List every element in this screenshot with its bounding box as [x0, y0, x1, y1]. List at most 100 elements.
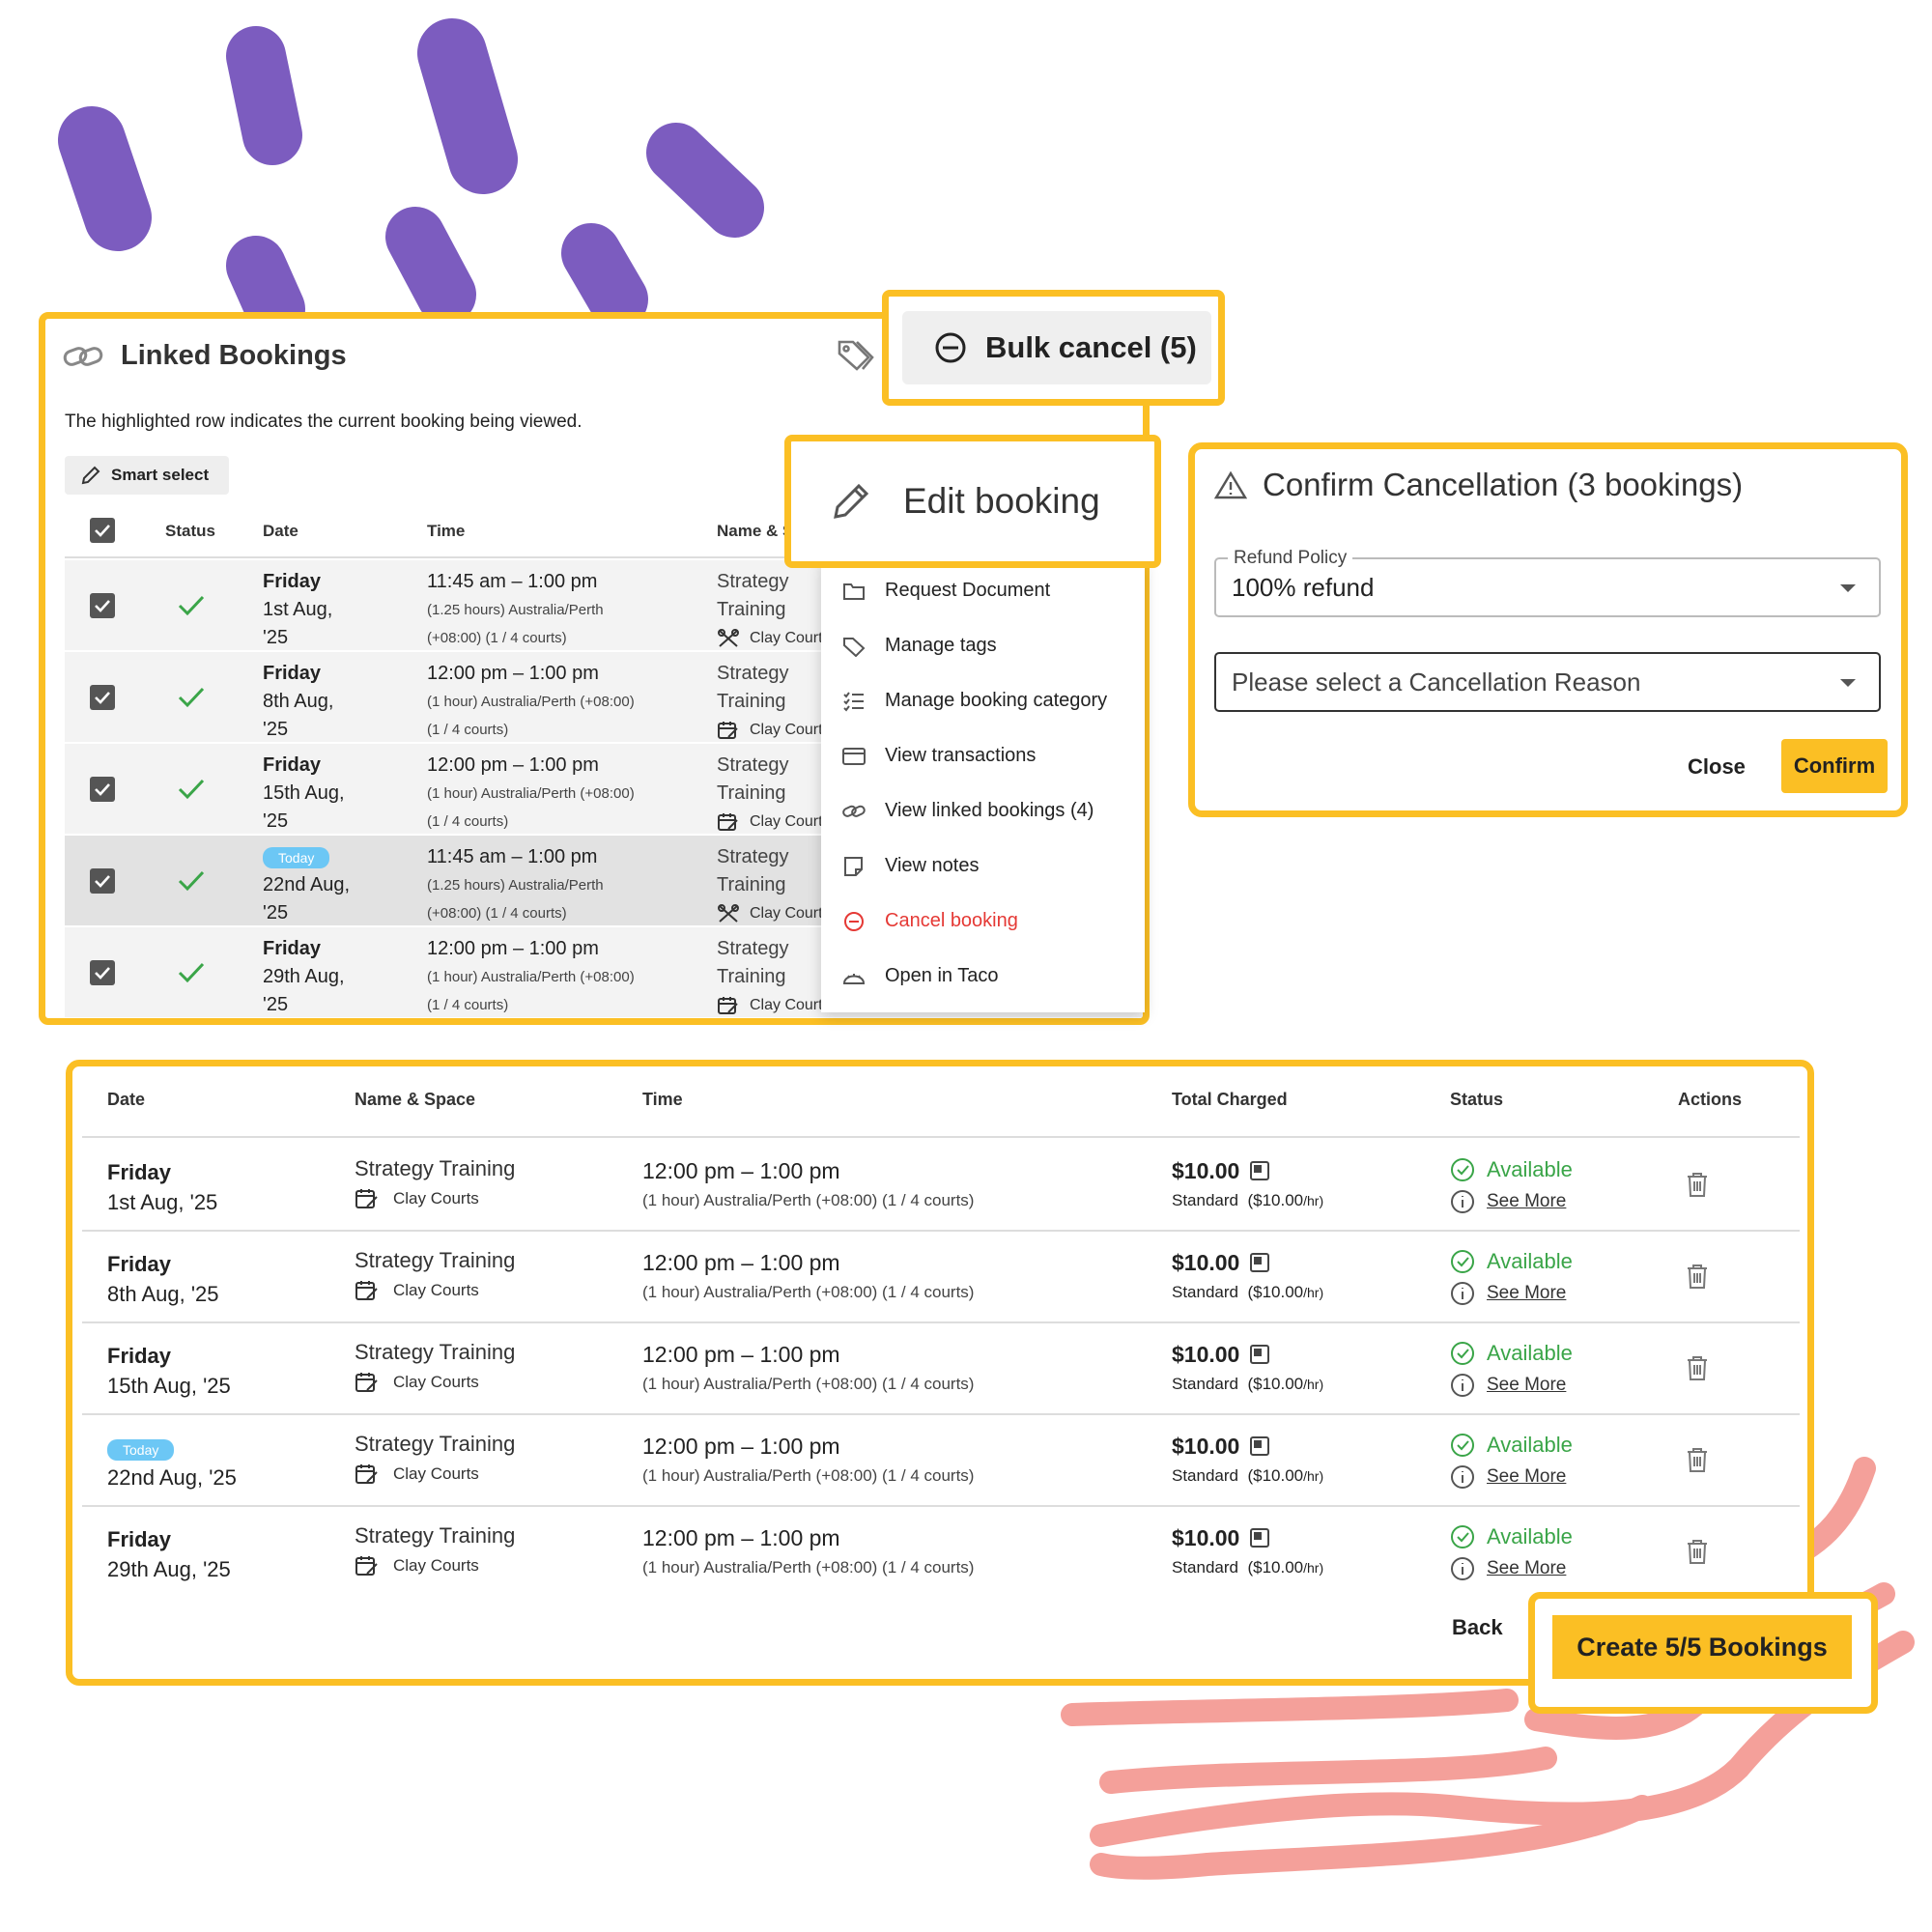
chevron-down-icon: [1840, 679, 1856, 687]
info-icon: [1451, 1190, 1474, 1213]
trash-icon: [1688, 1540, 1707, 1564]
row-checkbox[interactable]: [90, 777, 115, 802]
row-rate-unit: /hr): [1303, 1377, 1324, 1392]
delete-button[interactable]: [1686, 1354, 1709, 1386]
refund-policy-select[interactable]: Refund Policy 100% refund: [1214, 548, 1881, 617]
pricing-icon[interactable]: [1249, 1344, 1270, 1365]
menu-item-view-transactions[interactable]: View transactions: [842, 745, 1036, 767]
see-more-label: See More: [1487, 1558, 1567, 1578]
calendar-edit-icon: [355, 1188, 378, 1208]
trash-icon: [1688, 1448, 1707, 1472]
row-year: '25: [263, 627, 289, 648]
row-checkbox[interactable]: [90, 960, 115, 985]
tennis-racket-icon: [718, 903, 739, 923]
delete-button[interactable]: [1686, 1538, 1709, 1570]
row-name: Strategy: [717, 846, 789, 867]
close-button[interactable]: Close: [1688, 754, 1746, 780]
pricing-icon[interactable]: [1249, 1527, 1270, 1548]
note-icon: [844, 856, 863, 876]
row-space: Clay Courts: [393, 1464, 479, 1483]
dialog-title: Confirm Cancellation (3 bookings): [1263, 467, 1744, 502]
col-total-charged: Total Charged: [1172, 1090, 1288, 1109]
row-rate-label: Standard: [1172, 1466, 1238, 1485]
row-price: $10.00: [1172, 1434, 1240, 1459]
menu-item-cancel-booking[interactable]: Cancel booking: [842, 910, 1018, 932]
highlight-hint: The highlighted row indicates the curren…: [65, 412, 582, 432]
row-time-sub: (1 hour) Australia/Perth (+08:00): [427, 785, 635, 802]
bulk-cancel-button[interactable]: Bulk cancel (5): [902, 311, 1211, 384]
row-time: 12:00 pm – 1:00 pm: [427, 754, 599, 776]
smart-select-button[interactable]: Smart select: [65, 456, 229, 495]
minus-circle-icon: [844, 911, 864, 931]
see-more-link[interactable]: See More: [1450, 1553, 1573, 1584]
menu-item-open-in-taco[interactable]: Open in Taco: [842, 965, 999, 987]
delete-button[interactable]: [1686, 1446, 1709, 1478]
row-year: '25: [263, 994, 289, 1015]
row-rate-unit: /hr): [1303, 1468, 1324, 1484]
delete-button[interactable]: [1686, 1263, 1709, 1294]
row-date: 22nd Aug,: [263, 874, 351, 895]
tag-icon[interactable]: [836, 338, 874, 378]
row-space: Clay Courts: [393, 1189, 479, 1208]
bulk-cancel-frame: Bulk cancel (5): [882, 290, 1225, 406]
row-price: $10.00: [1172, 1525, 1240, 1550]
menu-item-manage-booking-category[interactable]: Manage booking category: [842, 690, 1107, 712]
row-price: $10.00: [1172, 1158, 1240, 1183]
row-date: 29th Aug,: [263, 966, 345, 987]
back-button[interactable]: Back: [1452, 1615, 1503, 1640]
menu-item-view-linked-bookings[interactable]: View linked bookings (4): [842, 800, 1094, 822]
row-day: Friday: [107, 1344, 172, 1368]
row-space: Clay Courts: [750, 630, 831, 646]
row-name-2: Training: [717, 966, 786, 987]
tennis-racket-icon: [718, 628, 739, 647]
row-time: 12:00 pm – 1:00 pm: [642, 1342, 840, 1367]
cancellation-reason-select[interactable]: Please select a Cancellation Reason: [1214, 652, 1881, 712]
pricing-icon[interactable]: [1249, 1160, 1270, 1181]
review-table-header: Date Name & Space Time Total Charged Sta…: [82, 1066, 1800, 1138]
today-badge: Today: [107, 1439, 175, 1461]
row-space: Clay Courts: [393, 1373, 479, 1391]
menu-item-label: Cancel booking: [885, 910, 1018, 931]
pricing-icon[interactable]: [1249, 1252, 1270, 1273]
pencil-icon: [834, 483, 869, 519]
calendar-edit-icon: [355, 1280, 378, 1300]
calendar-edit-icon: [355, 1555, 378, 1576]
check-circle-icon: [1451, 1434, 1474, 1457]
see-more-link[interactable]: See More: [1450, 1278, 1573, 1309]
row-rate: ($10.00: [1247, 1466, 1304, 1485]
check-icon: [178, 962, 205, 983]
confirm-button[interactable]: Confirm: [1781, 739, 1888, 793]
panel-title: Linked Bookings: [121, 340, 347, 371]
see-more-link[interactable]: See More: [1450, 1186, 1573, 1217]
row-name-2: Training: [717, 874, 786, 895]
see-more-link[interactable]: See More: [1450, 1462, 1573, 1492]
row-price: $10.00: [1172, 1342, 1240, 1367]
row-checkbox[interactable]: [90, 593, 115, 618]
row-name: Strategy: [717, 663, 789, 684]
row-name: Strategy: [717, 571, 789, 592]
col-time: Time: [642, 1090, 683, 1109]
row-checkbox[interactable]: [90, 868, 115, 894]
col-status: Status: [1450, 1090, 1504, 1109]
row-space: Clay Courts: [750, 997, 831, 1013]
select-all-checkbox[interactable]: [90, 518, 115, 543]
menu-item-request-document[interactable]: Request Document: [842, 580, 1050, 602]
menu-item-view-notes[interactable]: View notes: [842, 855, 979, 877]
row-time-sub: (1 hour) Australia/Perth (+08:00): [427, 969, 635, 985]
check-circle-icon: [1451, 1250, 1474, 1273]
trash-icon: [1688, 1173, 1707, 1197]
row-checkbox[interactable]: [90, 685, 115, 710]
see-more-label: See More: [1487, 1191, 1567, 1211]
create-bookings-button[interactable]: Create 5/5 Bookings: [1552, 1615, 1852, 1679]
pricing-icon[interactable]: [1249, 1435, 1270, 1457]
delete-button[interactable]: [1686, 1171, 1709, 1203]
row-time: 11:45 am – 1:00 pm: [427, 571, 598, 592]
pencil-icon: [81, 466, 100, 485]
row-time-sub: (1 hour) Australia/Perth (+08:00) (1 / 4…: [642, 1375, 975, 1393]
edit-booking-button[interactable]: Edit booking: [784, 435, 1161, 568]
menu-item-manage-tags[interactable]: Manage tags: [842, 635, 997, 657]
row-date: 8th Aug, '25: [107, 1282, 219, 1306]
menu-item-label: Request Document: [885, 580, 1051, 601]
row-time-sub: (1 hour) Australia/Perth (+08:00) (1 / 4…: [642, 1558, 975, 1577]
see-more-link[interactable]: See More: [1450, 1370, 1573, 1401]
